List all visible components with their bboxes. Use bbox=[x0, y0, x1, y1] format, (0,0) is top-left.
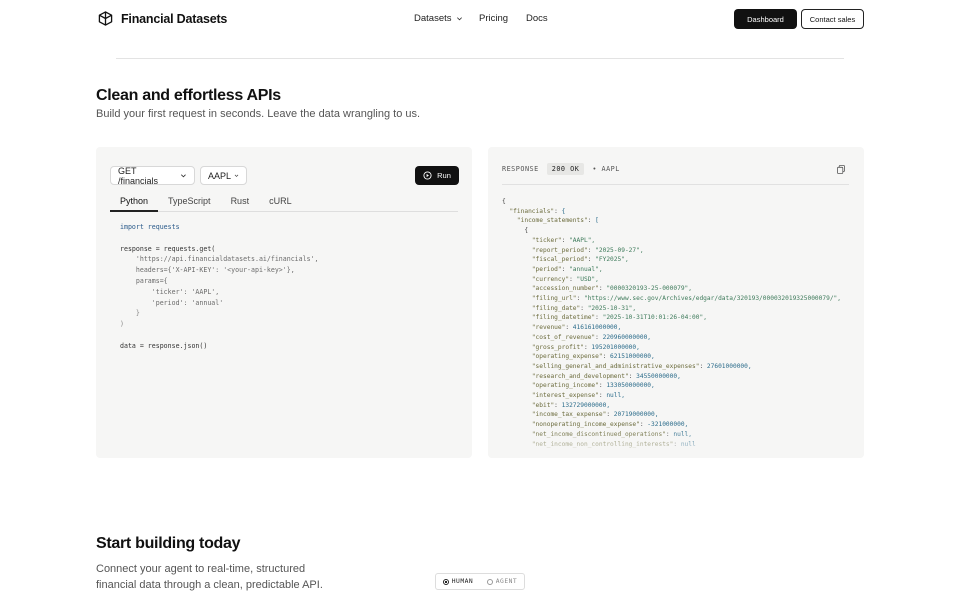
brand-name: Financial Datasets bbox=[121, 11, 228, 26]
json-line: "selling_general_and_administrative_expe… bbox=[531, 362, 752, 370]
response-divider bbox=[502, 184, 849, 185]
section-title: Clean and effortless APIs bbox=[96, 87, 281, 104]
ticker-select[interactable]: AAPL bbox=[200, 166, 247, 185]
code-block: import requests response = requests.get(… bbox=[120, 222, 319, 352]
run-label: Run bbox=[437, 171, 451, 180]
code-line: } bbox=[120, 309, 140, 318]
json-line: "accession_number": "0000320193-25-00007… bbox=[531, 285, 693, 293]
json-line: "report_period": "2025-09-27", bbox=[531, 246, 644, 254]
chevron-down-icon bbox=[234, 174, 239, 177]
ticker-value: AAPL bbox=[208, 170, 232, 181]
json-line: "gross_profit": 195201000000, bbox=[531, 343, 640, 351]
json-line: "cost_of_revenue": 220960000000, bbox=[531, 333, 652, 341]
code-line: data = response.json() bbox=[120, 341, 208, 350]
cta-title: Start building today bbox=[96, 535, 241, 552]
tab-curl[interactable]: cURL bbox=[259, 190, 302, 212]
json-line: "ebit": 132729000000, bbox=[531, 401, 611, 409]
menu-item-label: Pricing bbox=[479, 13, 509, 24]
language-tabs: Python TypeScript Rust cURL bbox=[110, 190, 458, 212]
toggle-agent-label: AGENT bbox=[495, 578, 518, 585]
json-line: "currency": "USD", bbox=[531, 275, 599, 283]
endpoint-select[interactable]: GET /financials bbox=[110, 165, 195, 186]
menu-item-label: Datasets bbox=[414, 13, 452, 24]
tab-typescript[interactable]: TypeScript bbox=[158, 190, 221, 212]
toggle-human[interactable]: HUMAN bbox=[442, 578, 474, 585]
menu-item-docs[interactable]: Docs bbox=[526, 13, 548, 24]
tab-rust[interactable]: Rust bbox=[221, 190, 260, 212]
json-line: "revenue": 416161000000, bbox=[531, 324, 622, 332]
json-line: "interest_expense": null, bbox=[531, 392, 625, 400]
json-line: "operating_income": 133050000000, bbox=[531, 382, 655, 390]
response-ticker: • AAPL bbox=[592, 165, 620, 173]
code-line: ) bbox=[120, 320, 124, 329]
json-line: "financials": { bbox=[509, 207, 566, 215]
chevron-down-icon bbox=[181, 174, 187, 178]
main-menu: Datasets Pricing Docs bbox=[414, 13, 548, 24]
json-line: { bbox=[502, 227, 529, 235]
cube-logo-icon bbox=[98, 11, 113, 26]
copy-icon[interactable] bbox=[837, 165, 845, 174]
json-line: "filing_date": "2025-10-31", bbox=[531, 304, 637, 312]
header-divider bbox=[116, 58, 844, 59]
code-line: headers={'X-API-KEY': '<your-api-key>'}, bbox=[120, 266, 295, 275]
toggle-agent[interactable]: AGENT bbox=[486, 578, 518, 585]
request-panel: GET /financials AAPL Run Python TypeScri… bbox=[96, 147, 472, 458]
menu-item-pricing[interactable]: Pricing bbox=[479, 13, 526, 24]
menu-item-label: Docs bbox=[526, 13, 548, 24]
code-line: params={ bbox=[120, 276, 168, 285]
json-line: "nonoperating_income_expense": -32100000… bbox=[531, 421, 689, 429]
json-line: "fiscal_period": "FY2025", bbox=[531, 256, 629, 264]
brand[interactable]: Financial Datasets bbox=[98, 11, 227, 26]
code-line: 'period': 'annual' bbox=[120, 298, 224, 307]
response-panel: RESPONSE 200 OK • AAPL { "financials": {… bbox=[488, 147, 864, 458]
code-line: response = requests.get( bbox=[120, 244, 216, 253]
json-line: "period": "annual", bbox=[531, 265, 603, 273]
cta-subtitle: Connect your agent to real-time, structu… bbox=[96, 563, 323, 591]
json-line: { bbox=[502, 198, 506, 205]
json-line: "income_statements": [ bbox=[516, 217, 599, 225]
code-line: 'ticker': 'AAPL', bbox=[120, 287, 220, 296]
mode-toggle: HUMAN AGENT bbox=[435, 573, 525, 590]
top-nav: Financial Datasets Datasets Pricing Docs… bbox=[0, 0, 960, 38]
json-line: "ticker": "AAPL", bbox=[531, 236, 596, 244]
toggle-human-label: HUMAN bbox=[451, 578, 474, 585]
json-line: "filing_url": "https://www.sec.gov/Archi… bbox=[531, 295, 842, 303]
radio-icon bbox=[486, 578, 493, 585]
chevron-down-icon bbox=[456, 17, 462, 21]
fade-overlay bbox=[488, 430, 864, 458]
status-badge: 200 OK bbox=[546, 163, 585, 175]
json-response: { "financials": { "income_statements": [… bbox=[502, 197, 841, 449]
tab-python[interactable]: Python bbox=[110, 190, 159, 212]
run-button[interactable]: Run bbox=[415, 166, 459, 185]
radio-icon bbox=[442, 578, 449, 585]
json-line: "income_tax_expense": 20719000000, bbox=[531, 411, 659, 419]
json-line: "research_and_development": 34550000000, bbox=[531, 372, 681, 380]
section-subtitle: Build your first request in seconds. Lea… bbox=[96, 108, 421, 120]
code-line: 'https://api.financialdatasets.ai/financ… bbox=[120, 255, 319, 264]
json-line: "operating_expense": 62151000000, bbox=[531, 353, 655, 361]
response-label: RESPONSE bbox=[502, 165, 539, 173]
menu-item-datasets[interactable]: Datasets bbox=[414, 13, 479, 24]
contact-sales-button[interactable]: Contact sales bbox=[801, 9, 864, 29]
play-circle-icon bbox=[423, 171, 432, 180]
dashboard-button[interactable]: Dashboard bbox=[734, 9, 797, 29]
endpoint-value: GET /financials bbox=[118, 165, 159, 186]
response-header: RESPONSE 200 OK • AAPL bbox=[502, 163, 620, 175]
json-line: "filing_datetime": "2025-10-31T10:01:26-… bbox=[531, 314, 707, 322]
code-line: import requests bbox=[120, 223, 180, 231]
